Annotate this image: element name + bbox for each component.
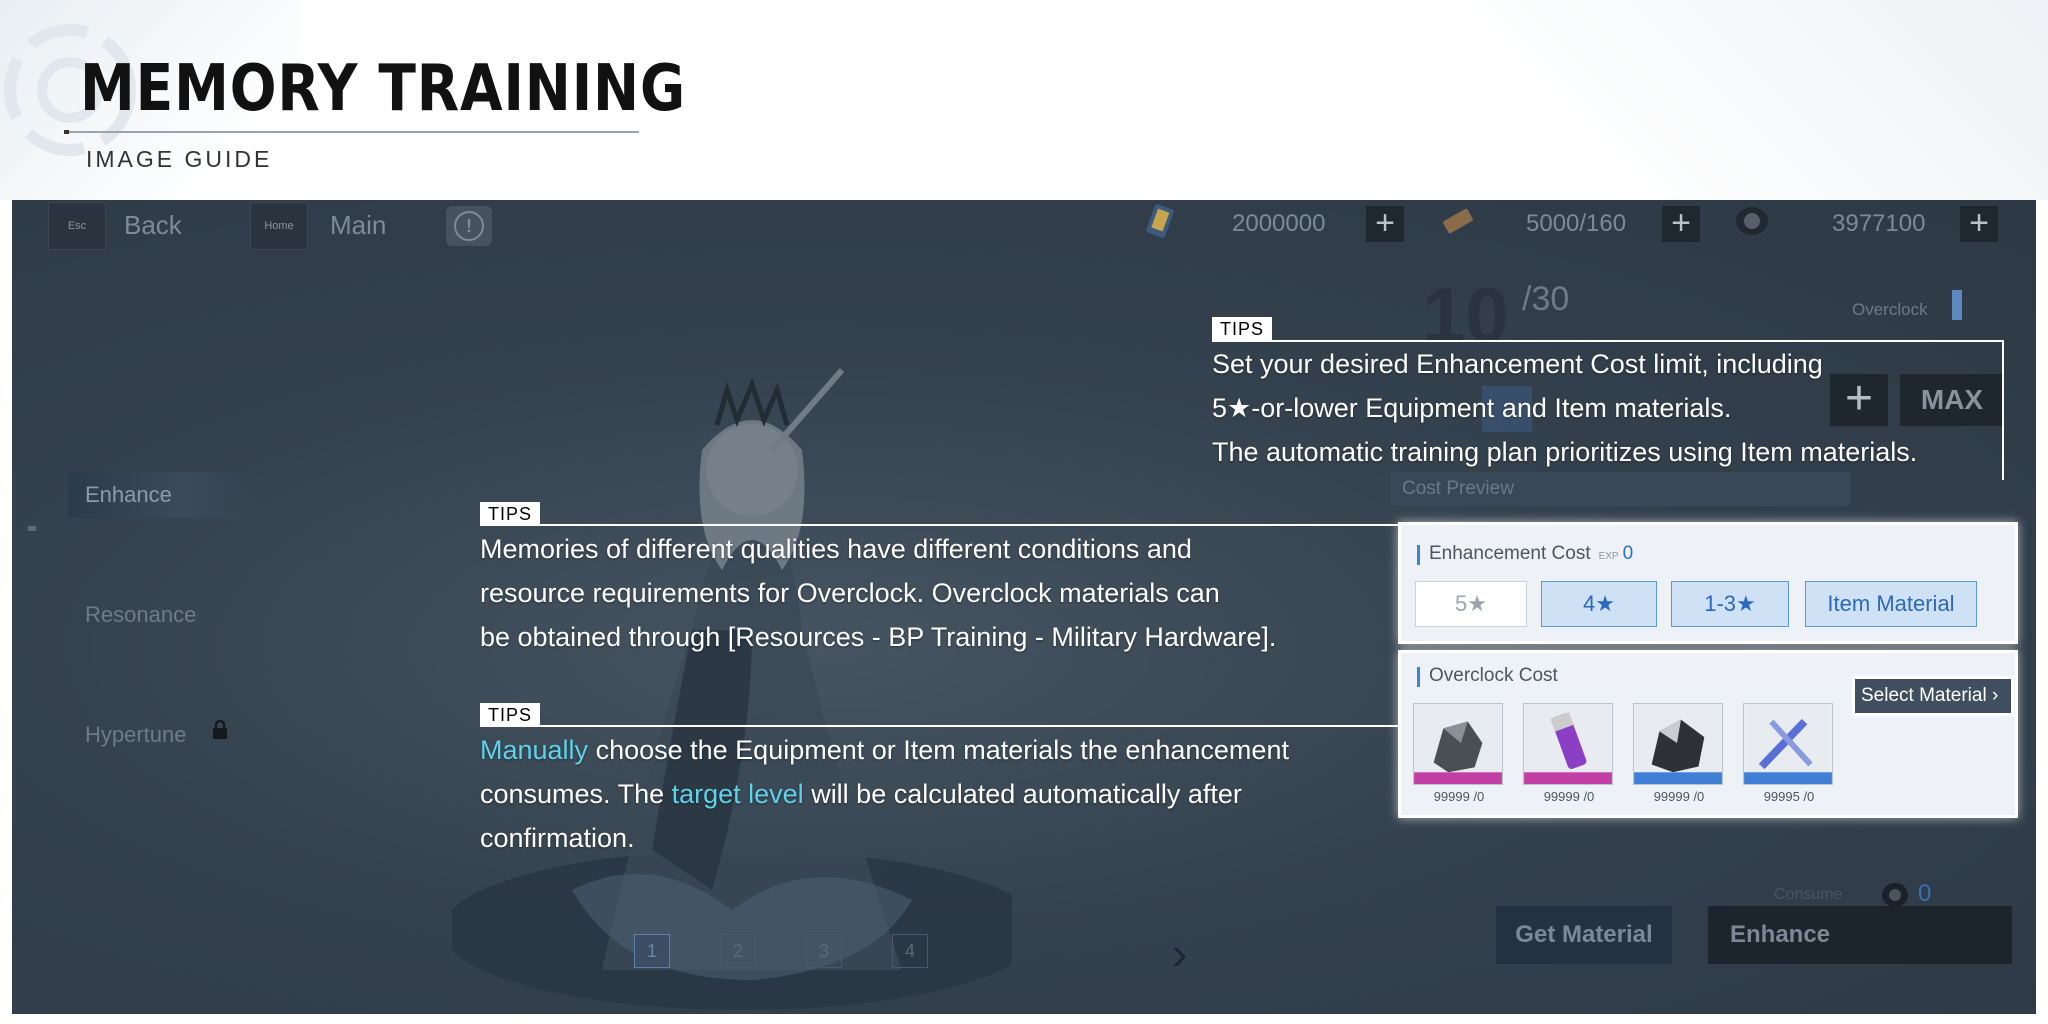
tips-text-manual-selection: Manually choose the Equipment or Item ma… (480, 735, 1289, 853)
nav-item-resonance[interactable]: Resonance (85, 602, 196, 628)
nav-item-hypertune[interactable]: Hypertune (85, 722, 187, 748)
overclock-label: Overclock (1852, 300, 1928, 319)
material-count: 99999 /0 (1433, 789, 1485, 804)
coin-icon (1882, 883, 1908, 907)
get-material-button[interactable]: Get Material (1496, 906, 1672, 964)
add-coin-button[interactable]: + (1960, 206, 1998, 242)
main-button[interactable]: Main (330, 210, 386, 241)
tips-connector (480, 524, 1398, 526)
filter-4-star-button[interactable]: 4★ (1541, 581, 1657, 627)
page-dot-2[interactable]: 2 (720, 934, 756, 968)
resource-value-ticket: 2000000 (1232, 210, 1326, 237)
consume-label: Consume (1774, 886, 1843, 903)
max-level: /30 (1522, 280, 1570, 318)
page-subtitle: IMAGE GUIDE (86, 146, 273, 172)
tips-text-overclock: Memories of different qualities have dif… (480, 534, 1277, 652)
tips-connector (2002, 340, 2004, 480)
add-ticket-button[interactable]: + (1366, 206, 1404, 242)
header-bg-shape-right (1328, 0, 2048, 200)
material-crystal-icon[interactable] (1633, 703, 1723, 785)
filter-item-material-button[interactable]: Item Material (1805, 581, 1977, 627)
material-count: 99999 /0 (1653, 789, 1705, 804)
battery-icon (1443, 208, 1473, 234)
tips-text-enhancement-limit: Set your desired Enhancement Cost limit,… (1212, 349, 1918, 467)
esc-key-icon[interactable]: Esc (48, 202, 106, 250)
title-divider-marker (64, 130, 69, 134)
tips-connector (480, 725, 1398, 727)
material-ore-icon[interactable] (1413, 703, 1503, 785)
consume-value: 0 (1918, 880, 1932, 907)
lock-icon (213, 720, 227, 739)
filter-5-star-button[interactable]: 5★ (1415, 581, 1527, 627)
page-dot-1[interactable]: 1 (634, 934, 670, 968)
enhancement-cost-title: Enhancement Cost EXP 0 (1416, 543, 1634, 565)
title-divider (64, 131, 639, 133)
nav-item-enhance[interactable]: Enhance (85, 482, 172, 508)
material-count: 99999 /0 (1543, 789, 1595, 804)
tips-tag: TIPS (1212, 317, 1273, 341)
enhancement-cost-panel: Enhancement Cost EXP 0 5★ 4★ 1-3★ Item Mat… (1398, 522, 2018, 644)
resource-value-battery: 5000/160 (1526, 210, 1627, 237)
back-button[interactable]: Back (124, 210, 182, 241)
material-wrench-icon[interactable] (1743, 703, 1833, 785)
tips-tag: TIPS (480, 502, 541, 526)
next-page-chevron-icon[interactable]: › (1172, 926, 1187, 980)
resource-value-coin: 3977100 (1832, 210, 1926, 237)
ticket-icon (1146, 204, 1174, 238)
nav-marker (28, 526, 36, 531)
home-key-icon[interactable]: Home (250, 202, 308, 250)
cost-preview-label: Cost Preview (1390, 472, 1850, 506)
tips-tag: TIPS (480, 703, 541, 727)
overclock-cost-title: Overclock Cost (1417, 665, 1558, 687)
page-title: MEMORY TRAINING (80, 52, 687, 126)
page-dot-3[interactable]: 3 (806, 934, 842, 968)
filter-1-3-star-button[interactable]: 1-3★ (1671, 581, 1789, 627)
chevron-right-icon: › (1991, 685, 1999, 706)
select-material-button[interactable]: Select Material › (1852, 676, 2014, 716)
material-cylinder-icon[interactable] (1523, 703, 1613, 785)
page-dot-4[interactable]: 4 (892, 934, 928, 968)
enhance-button[interactable]: Enhance (1708, 906, 2012, 964)
add-battery-button[interactable]: + (1662, 206, 1700, 242)
coin-icon (1736, 207, 1768, 235)
info-icon[interactable]: ! (446, 206, 492, 246)
overclock-gauge-icon (1952, 290, 1962, 320)
material-count: 99995 /0 (1763, 789, 1815, 804)
